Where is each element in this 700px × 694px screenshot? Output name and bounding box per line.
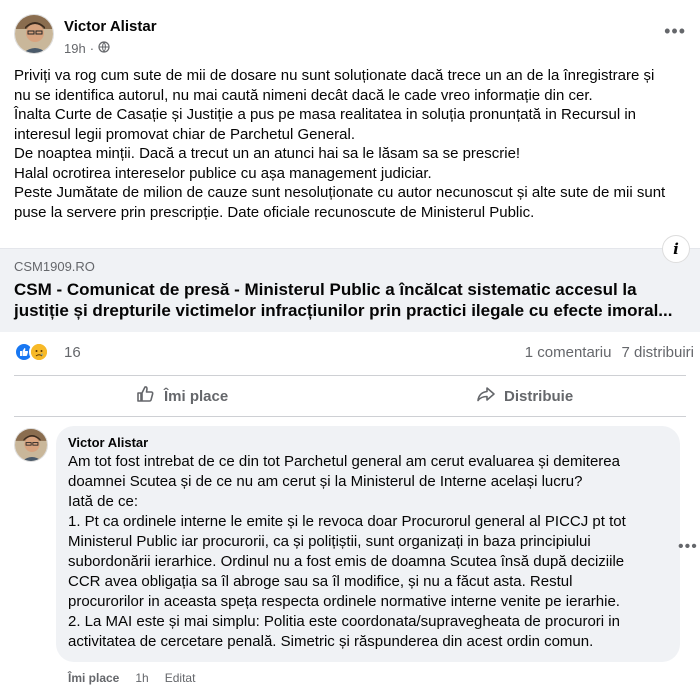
comment-more-options-icon[interactable]: •••: [678, 538, 698, 556]
comment-line: Iată de ce:: [68, 493, 139, 510]
meta-separator: ·: [89, 41, 95, 56]
divider: [14, 375, 686, 376]
sad-icon: [29, 342, 49, 362]
divider: [14, 416, 686, 417]
share-arrow-icon: [476, 384, 496, 408]
post-text: Priviți va rog cum sute de mii de dosare…: [14, 66, 694, 222]
commenter-avatar[interactable]: [14, 428, 48, 462]
comment-time[interactable]: 1h: [135, 671, 148, 685]
post-stats: 1 comentariu 7 distribuiri: [525, 344, 694, 361]
globe-icon: [98, 41, 110, 56]
post-meta: 19h ·: [64, 41, 110, 56]
share-count[interactable]: 7 distribuiri: [621, 344, 694, 361]
thumbs-up-icon: [136, 384, 156, 408]
share-button-label: Distribuie: [504, 387, 574, 405]
comment-line: activitatea de cercetare penală. Simetri…: [68, 633, 594, 650]
post-line: interesul legii promovat chiar de Parche…: [14, 125, 356, 143]
post-line: puse la servere prin prescripție. Date o…: [14, 203, 535, 221]
link-domain: CSM1909.RO: [14, 259, 95, 274]
author-avatar[interactable]: [14, 14, 54, 54]
link-title-line: CSM - Comunicat de presă - Ministerul Pu…: [14, 280, 637, 299]
comment-line: 2. La MAI este și mai simplu: Politia es…: [68, 613, 620, 630]
post-time[interactable]: 19h: [64, 41, 86, 56]
post-header: Victor Alistar 19h · •••: [14, 14, 686, 62]
comment-line: subordonării ierarhice. Ordinul nu a fos…: [68, 553, 625, 570]
post-line: Peste Jumătate de milion de cauze sunt n…: [14, 184, 666, 201]
like-button-label: Îmi place: [164, 387, 229, 405]
post-actions: Îmi place Distribuie: [14, 378, 686, 414]
comment-edited: Editat: [164, 671, 196, 685]
comment-line: procurorilor in aceasta speța respecta o…: [68, 593, 620, 610]
comment-text: Am tot fost intrebat de ce din tot Parch…: [68, 452, 668, 652]
post-line: Înalta Curte de Casație și Justiție a pu…: [14, 106, 637, 123]
comment-bubble: Victor Alistar Am tot fost intrebat de c…: [56, 426, 680, 662]
comment-like-link[interactable]: Îmi place: [68, 671, 119, 685]
post-line: Priviți va rog cum sute de mii de dosare…: [14, 67, 655, 84]
comment-line: Ministerul Public iar procurorii, ca și …: [68, 533, 591, 550]
comment-author-name[interactable]: Victor Alistar: [68, 435, 668, 451]
reaction-count[interactable]: 16: [64, 344, 81, 361]
comment-count[interactable]: 1 comentariu: [525, 344, 612, 361]
post-line: nu se identifica autorul, nu mai caută n…: [14, 86, 593, 104]
link-title-line: justiție și drepturile victimelor infrac…: [14, 301, 673, 320]
link-title[interactable]: CSM - Comunicat de presă - Ministerul Pu…: [14, 279, 684, 321]
comment-footer: Îmi place 1h Editat: [68, 671, 195, 685]
post-line: Halal ocrotirea intereselor publice cu a…: [14, 164, 432, 182]
comment-line: CCR avea obligația sa îl abroge sau sa î…: [68, 573, 573, 590]
like-button[interactable]: Îmi place: [136, 378, 228, 414]
post-more-options-icon[interactable]: •••: [664, 22, 686, 40]
share-button[interactable]: Distribuie: [476, 378, 573, 414]
comment-line: Am tot fost intrebat de ce din tot Parch…: [68, 453, 620, 470]
post-author-name[interactable]: Victor Alistar: [64, 18, 157, 35]
reactions-bar: 16 1 comentariu 7 distribuiri: [14, 342, 694, 364]
reaction-icons[interactable]: [14, 342, 49, 362]
post-line: De noaptea minții. Dacă a trecut un an a…: [14, 145, 521, 162]
comment-line: doamnei Scutea și de ce nu am cerut și l…: [68, 473, 583, 490]
comment-line: 1. Pt ca ordinele interne le emite și le…: [68, 513, 626, 530]
link-preview-card[interactable]: i CSM1909.RO CSM - Comunicat de presă - …: [0, 235, 700, 332]
info-icon[interactable]: i: [662, 235, 690, 263]
